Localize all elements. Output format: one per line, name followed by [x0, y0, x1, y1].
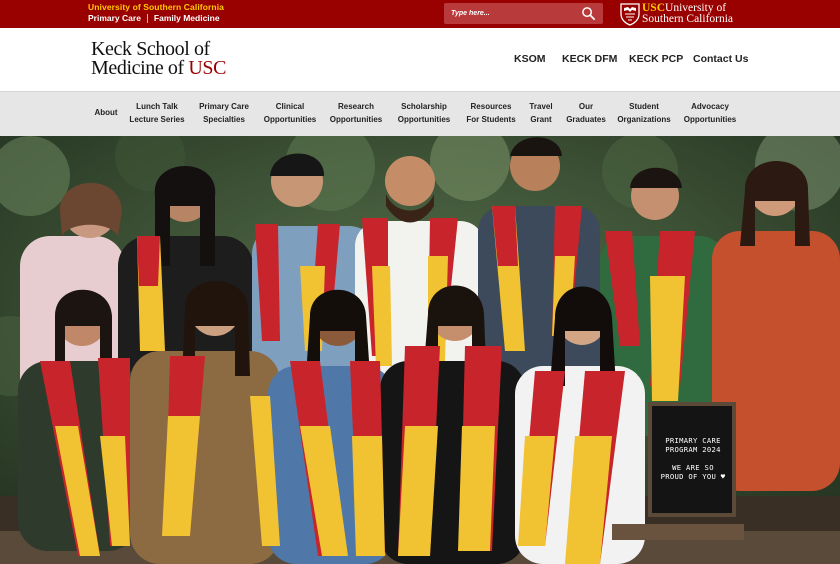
nav-ksom[interactable]: KSOM: [514, 53, 546, 65]
keck-logo[interactable]: Keck School of Medicine of USC: [91, 39, 227, 79]
subnav-label: Resources: [470, 102, 512, 111]
subnav-lunch-talk[interactable]: Lunch Talk Lecture Series: [129, 100, 184, 126]
subnav-label: Lunch Talk: [136, 102, 178, 111]
subnav-label: Primary Care: [199, 102, 249, 111]
subnav-clinical-opportunities[interactable]: Clinical Opportunities: [264, 100, 316, 126]
board-line: PROGRAM 2024: [665, 445, 721, 454]
site-header: Keck School of Medicine of USC KSOM KECK…: [0, 28, 840, 91]
subnav-research-opportunities[interactable]: Research Opportunities: [330, 100, 382, 126]
subnav-label: Specialties: [203, 115, 245, 124]
subnav-label: Student: [629, 102, 659, 111]
university-name[interactable]: University of Southern California: [88, 2, 224, 12]
subnav-label: Scholarship: [401, 102, 447, 111]
graduates-group-photo: [0, 136, 840, 564]
nav-keck-pcp[interactable]: KECK PCP: [629, 53, 683, 65]
usc-logo[interactable]: USCUniversity of Southern California: [620, 2, 733, 26]
utility-links: Primary Care Family Medicine: [88, 13, 220, 23]
keck-logo-usc: USC: [188, 57, 227, 79]
primary-care-link[interactable]: Primary Care: [88, 13, 141, 23]
subnav-label: Organizations: [617, 115, 671, 124]
subnav-label: Opportunities: [397, 115, 451, 124]
board-line: PRIMARY CARE: [665, 436, 721, 445]
search-input[interactable]: [444, 3, 579, 24]
subnav-label: Graduates: [566, 115, 606, 124]
subnav-resources-for-students[interactable]: Resources For Students: [466, 100, 515, 126]
subnav-about[interactable]: About: [94, 106, 117, 119]
subnav-label: Opportunities: [263, 115, 317, 124]
keck-logo-line2: Medicine of: [91, 57, 189, 79]
subnav-travel-grant[interactable]: Travel Grant: [529, 100, 552, 126]
nav-contact-us[interactable]: Contact Us: [693, 53, 748, 65]
subnav-primary-care-specialties[interactable]: Primary Care Specialties: [199, 100, 249, 126]
subnav-label: Opportunities: [329, 115, 383, 124]
usc-shield-icon: [620, 2, 640, 26]
utility-divider: [146, 13, 148, 23]
subnav-label: Research: [337, 102, 375, 111]
nav-keck-dfm[interactable]: KECK DFM: [562, 53, 617, 65]
subnav-label: Travel: [529, 102, 553, 111]
subnav-label: Our: [578, 102, 594, 111]
search-box: [444, 3, 603, 24]
subnav-label: Grant: [530, 115, 552, 124]
subnav-label: About: [94, 108, 118, 117]
section-nav: About Lunch Talk Lecture Series Primary C…: [0, 91, 840, 136]
subnav-label: Lecture Series: [129, 115, 185, 124]
family-medicine-link[interactable]: Family Medicine: [154, 13, 220, 23]
board-line: WE ARE SO: [672, 463, 714, 472]
subnav-label: For Students: [466, 115, 516, 124]
subnav-advocacy-opportunities[interactable]: Advocacy Opportunities: [684, 100, 736, 126]
search-icon[interactable]: [581, 6, 596, 21]
subnav-label: Clinical: [275, 102, 305, 111]
subnav-label: Opportunities: [683, 115, 737, 124]
subnav-our-graduates[interactable]: Our Graduates: [566, 100, 606, 126]
letter-board-text: PRIMARY CARE PROGRAM 2024 WE ARE SO PROU…: [656, 436, 730, 481]
subnav-student-organizations[interactable]: Student Organizations: [617, 100, 670, 126]
utility-bar: University of Southern California Primar…: [0, 0, 840, 28]
subnav-scholarship-opportunities[interactable]: Scholarship Opportunities: [398, 100, 450, 126]
subnav-label: Advocacy: [691, 102, 729, 111]
usc-logo-line2: Southern California: [642, 13, 734, 25]
hero-photo: PRIMARY CARE PROGRAM 2024 WE ARE SO PROU…: [0, 136, 840, 564]
board-line: PROUD OF YOU ♥: [660, 472, 726, 481]
